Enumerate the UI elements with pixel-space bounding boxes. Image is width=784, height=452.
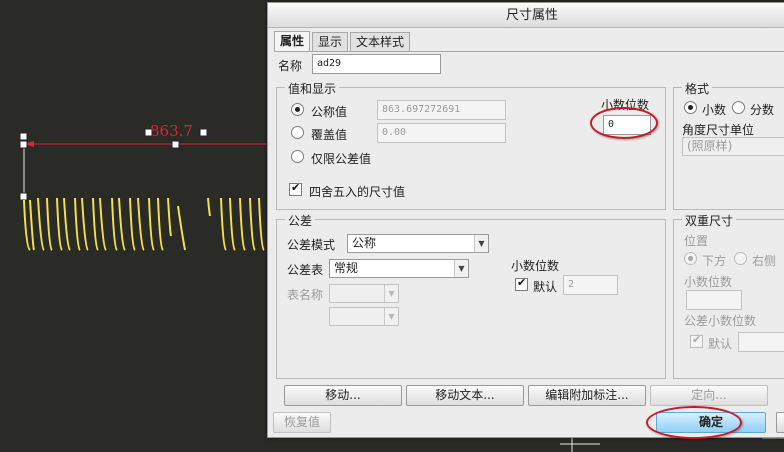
dialog-title[interactable]: 尺寸属性 [268, 3, 784, 28]
table-name-label: 表名称 [287, 288, 324, 302]
value-display-title: 值和显示 [285, 80, 340, 97]
fraction-format-label: 分数 [750, 103, 775, 117]
rounded-value-checkbox[interactable] [289, 181, 302, 196]
move-text-button[interactable]: 移动文本... [406, 385, 524, 406]
dual-decimal-field[interactable] [686, 290, 742, 310]
tab-panel-divider [274, 51, 784, 52]
tolerance-decimal-label: 小数位数 [511, 259, 560, 273]
tolerance-decimal-field[interactable]: 2 [563, 275, 618, 295]
tolerance-only-label: 仅限公差值 [311, 152, 372, 166]
decimal-format-label: 小数 [702, 103, 727, 117]
angle-unit-value: (照原样) [687, 139, 733, 153]
table-name-select[interactable]: ▼ [329, 284, 399, 303]
decimal-places-field[interactable]: 0 [603, 115, 651, 135]
tolerance-title: 公差 [285, 212, 316, 229]
format-group: 格式 小数 分数 角度尺寸单位 (照原样) [673, 80, 784, 210]
tolerance-only-radio[interactable] [291, 150, 304, 163]
dual-right-label: 右侧 [752, 254, 777, 268]
tolerance-default-checkbox[interactable] [515, 276, 528, 291]
dual-below-radio[interactable] [684, 252, 697, 265]
dual-position-label: 位置 [684, 234, 709, 248]
dual-decimal-label: 小数位数 [684, 275, 733, 289]
dual-default-checkbox[interactable] [690, 333, 703, 348]
chevron-down-icon: ▼ [454, 260, 468, 277]
override-value-radio[interactable] [291, 126, 304, 139]
value-display-group: 值和显示 公称值 863.697272691 覆盖值 0.00 仅限公差值 小数… [276, 80, 666, 210]
tolerance-table-value: 常规 [334, 261, 359, 275]
tolerance-mode-value: 公称 [352, 236, 377, 250]
dual-tol-decimal-label: 公差小数位数 [684, 314, 757, 328]
restore-values-button[interactable]: 恢复值 [273, 412, 331, 433]
override-value-field[interactable]: 0.00 [377, 123, 506, 143]
edit-attached-note-button[interactable]: 编辑附加标注... [528, 385, 646, 406]
angle-unit-label: 角度尺寸单位 [682, 123, 755, 137]
fraction-format-radio[interactable] [732, 101, 745, 114]
dual-tol-decimal-field[interactable] [738, 332, 784, 352]
orient-button[interactable]: 定向... [650, 385, 768, 406]
name-field[interactable]: ad29 [312, 54, 441, 74]
dual-default-label: 默认 [708, 337, 733, 351]
chevron-down-icon: ▼ [384, 308, 398, 325]
tolerance-mode-label: 公差模式 [287, 238, 336, 252]
dual-dimension-group: 双重尺寸 位置 下方 右侧 小数位数 公差小数位数 默认 [673, 212, 784, 379]
tolerance-table-label: 公差表 [287, 263, 324, 277]
tab-properties[interactable]: 属性 [274, 31, 311, 52]
nominal-value-radio[interactable] [291, 103, 304, 116]
dual-below-label: 下方 [702, 254, 727, 268]
decimal-format-radio[interactable] [684, 101, 697, 114]
dimension-properties-dialog: 尺寸属性 属性 显示 文本样式 名称 ad29 值和显示 公称值 863.697… [267, 2, 784, 439]
nominal-value-field[interactable]: 863.697272691 [377, 100, 506, 120]
table-name-sub-select[interactable]: ▼ [329, 307, 399, 326]
angle-unit-select[interactable]: (照原样) [682, 137, 784, 156]
dual-dimension-title: 双重尺寸 [682, 212, 737, 229]
decimal-places-label: 小数位数 [601, 98, 650, 112]
tolerance-mode-select[interactable]: 公称 ▼ [347, 234, 489, 253]
rounded-value-label: 四舍五入的尺寸值 [309, 185, 406, 199]
chevron-down-icon: ▼ [384, 285, 398, 302]
chevron-down-icon: ▼ [474, 235, 488, 252]
cancel-button[interactable] [776, 412, 784, 433]
move-button[interactable]: 移动... [284, 385, 402, 406]
override-value-label: 覆盖值 [311, 128, 348, 142]
ok-button[interactable]: 确定 [656, 412, 766, 433]
name-label: 名称 [278, 59, 303, 73]
nominal-value-label: 公称值 [311, 105, 348, 119]
format-title: 格式 [682, 80, 713, 97]
tolerance-group: 公差 公差模式 公称 ▼ 公差表 常规 ▼ 表名称 ▼ ▼ 小数位数 默认 2 [276, 212, 666, 379]
dual-right-radio[interactable] [734, 252, 747, 265]
tolerance-default-label: 默认 [533, 280, 558, 294]
tab-text-style[interactable]: 文本样式 [350, 32, 411, 52]
tolerance-table-select[interactable]: 常规 ▼ [329, 259, 469, 278]
tab-display[interactable]: 显示 [312, 32, 349, 52]
dimension-value-text[interactable]: 863.7 [150, 122, 193, 140]
